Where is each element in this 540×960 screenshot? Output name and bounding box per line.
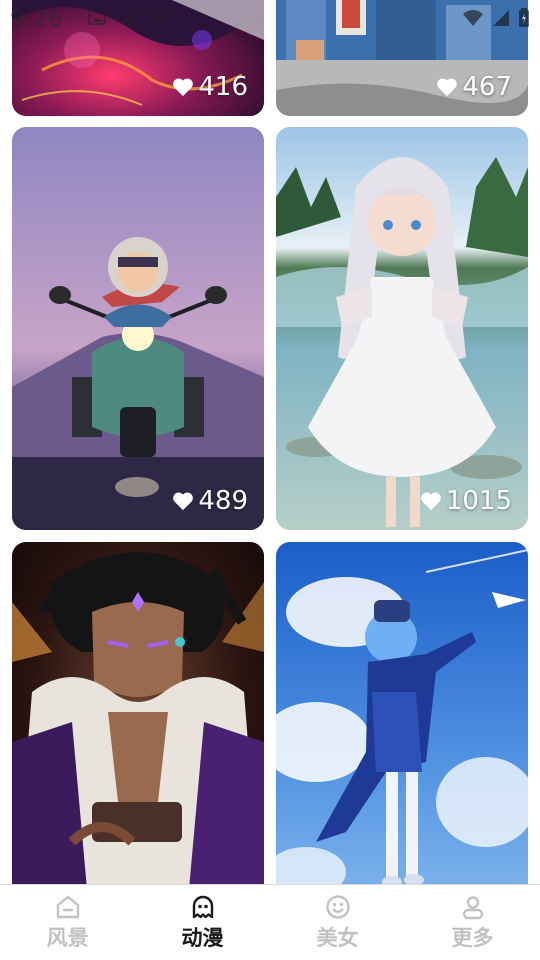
wallpaper-image <box>276 542 528 884</box>
like-count: 467 <box>436 72 512 102</box>
nav-tab-label: 更多 <box>451 926 494 950</box>
heart-icon <box>421 492 441 511</box>
wallpaper-image <box>12 542 264 884</box>
wallpaper-card[interactable] <box>12 542 264 884</box>
wallpaper-card[interactable] <box>276 542 528 884</box>
wallpaper-image <box>12 127 264 530</box>
wallpaper-card[interactable]: 416 <box>12 0 264 116</box>
wallpaper-card[interactable]: 1015 <box>276 127 528 530</box>
nav-tab-beauty[interactable]: 美女 <box>270 885 405 960</box>
like-count-text: 489 <box>198 486 248 516</box>
heart-icon <box>437 78 458 97</box>
like-count: 489 <box>172 486 248 516</box>
wallpaper-card[interactable]: 467 <box>276 0 528 116</box>
nav-tab-scenery[interactable]: 风景 <box>0 885 135 960</box>
bottom-navigation-bar: 风景 动漫 美女 更多 <box>0 884 540 960</box>
heart-icon <box>173 78 194 97</box>
nav-tab-label: 风景 <box>46 926 89 950</box>
like-count-text: 416 <box>198 72 248 102</box>
nav-tab-label: 美女 <box>316 926 359 950</box>
like-count-text: 1015 <box>445 486 512 516</box>
wallpaper-grid[interactable]: 416 467 489 1015 <box>0 0 540 884</box>
nav-tab-anime[interactable]: 动漫 <box>135 885 270 960</box>
like-count-text: 467 <box>462 72 512 102</box>
wallpaper-image <box>276 127 528 530</box>
nav-tab-label: 动漫 <box>181 926 224 950</box>
app-screen: 9:26 416 467 489 1015 风景 动漫 美女 更多 <box>0 0 540 960</box>
house-icon <box>56 895 79 919</box>
like-count: 1015 <box>420 486 512 516</box>
like-count: 416 <box>172 72 248 102</box>
person-icon <box>462 896 483 920</box>
nav-tab-more[interactable]: 更多 <box>405 885 540 960</box>
heart-icon <box>173 492 194 511</box>
wallpaper-card[interactable]: 489 <box>12 127 264 530</box>
smile-icon <box>325 895 350 919</box>
ghost-face-icon <box>192 895 213 919</box>
